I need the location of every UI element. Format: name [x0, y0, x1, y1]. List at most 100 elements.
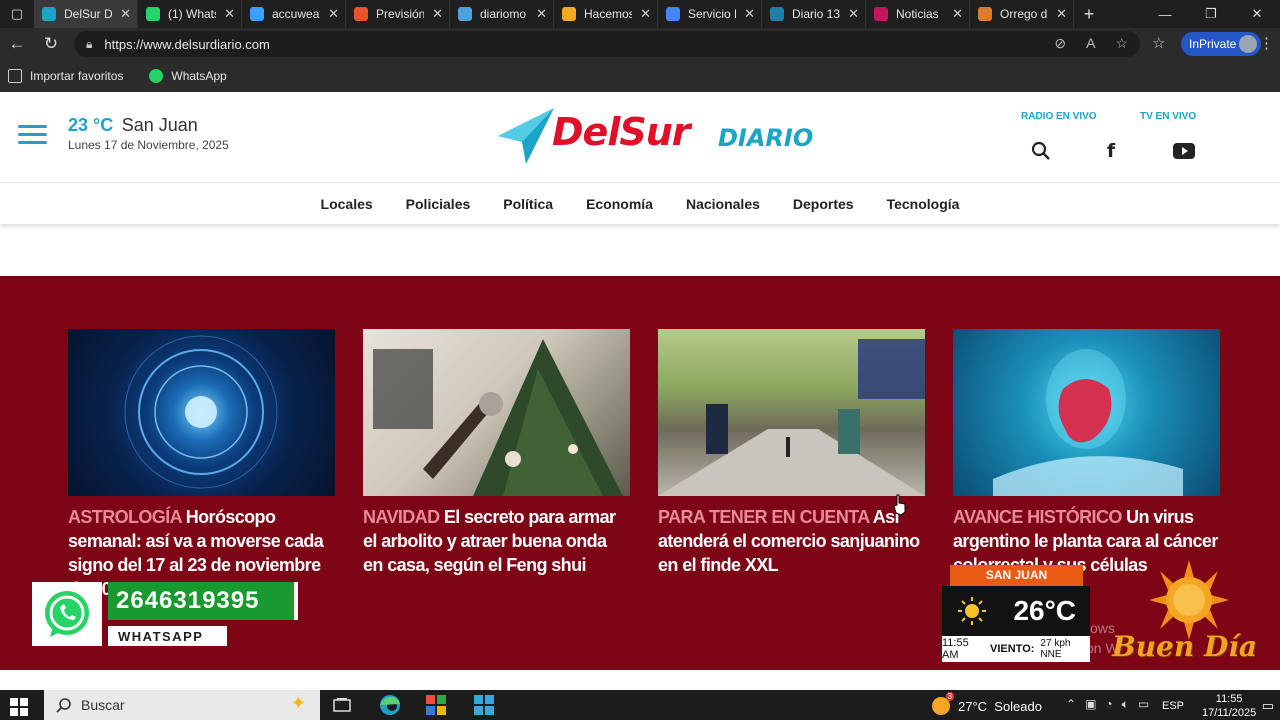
search-icon[interactable]	[1030, 140, 1052, 162]
restore-icon[interactable]: ❐	[1188, 0, 1234, 28]
close-tab-icon[interactable]: ✕	[744, 6, 755, 22]
app-grid-icon-2[interactable]	[472, 694, 496, 716]
article-card[interactable]: PARA TENER EN CUENTA Así atenderá el com…	[658, 329, 925, 577]
battery-icon[interactable]: ▭	[1138, 697, 1149, 712]
tab-title: Servicio M	[688, 7, 736, 21]
close-tab-icon[interactable]: ✕	[640, 6, 651, 22]
article-category: NAVIDAD	[363, 507, 440, 527]
windows-start-icon[interactable]	[10, 698, 28, 716]
tv-live-link[interactable]: TV EN VIVO	[1140, 111, 1196, 122]
favorite-import[interactable]: Importar favoritos	[8, 69, 123, 83]
close-tab-icon[interactable]: ✕	[224, 6, 235, 22]
tab-favicon-icon	[354, 7, 368, 21]
profile-avatar	[1239, 35, 1257, 53]
browser-tab[interactable]: Diario 13 ✕	[762, 0, 866, 28]
back-icon[interactable]: ←	[0, 34, 34, 54]
volume-icon[interactable]: 🔈︎	[1122, 697, 1129, 712]
whatsapp-logo-icon	[32, 582, 102, 646]
favorite-whatsapp[interactable]: WhatsApp	[149, 69, 227, 83]
header-temperature: 23 °C	[68, 115, 114, 135]
close-tab-icon[interactable]: ✕	[952, 6, 963, 22]
sun-graphic-icon	[1149, 560, 1229, 640]
article-image-pedestrian-street	[658, 329, 925, 496]
close-tab-icon[interactable]: ✕	[1056, 6, 1067, 22]
close-tab-icon[interactable]: ✕	[432, 6, 443, 22]
edge-browser-icon[interactable]	[378, 694, 402, 716]
task-view-icon[interactable]	[330, 694, 354, 716]
browser-tab[interactable]: diariomo ✕	[450, 0, 554, 28]
inprivate-button[interactable]: InPrivate	[1181, 32, 1261, 56]
browser-tab-bar: ▢ DelSur Di ✕ (1) Whats ✕ accuweat ✕ Previsión…	[0, 0, 1280, 28]
article-image-astrology	[68, 329, 335, 496]
browser-tab[interactable]: (1) Whats ✕	[138, 0, 242, 28]
tab-favicon-icon	[250, 7, 264, 21]
article-card[interactable]: NAVIDAD El secreto para armar el arbolit…	[363, 329, 630, 577]
reload-icon[interactable]: ↻	[34, 34, 68, 54]
nav-item-nacionales[interactable]: Nacionales	[686, 196, 760, 212]
window-menu-icon[interactable]: ▢	[0, 0, 34, 28]
app-grid-icon-1[interactable]	[424, 694, 448, 716]
url-field[interactable]: 🔒︎ https://www.delsurdiario.com ⊘ A ☆	[74, 31, 1140, 57]
taskbar-clock[interactable]: 11:55 17/11/2025	[1202, 692, 1256, 720]
browser-tab[interactable]: Hacemos ✕	[554, 0, 658, 28]
nav-item-política[interactable]: Política	[503, 196, 553, 212]
search-icon	[56, 698, 71, 713]
window-controls: — ❐ ✕	[1142, 0, 1280, 28]
nav-item-tecnología[interactable]: Tecnología	[887, 196, 960, 212]
language-indicator[interactable]: ESP	[1162, 700, 1184, 712]
close-window-icon[interactable]: ✕	[1234, 0, 1280, 28]
nav-item-locales[interactable]: Locales	[321, 196, 373, 212]
wifi-icon[interactable]: ◔	[1105, 697, 1112, 712]
tab-favicon-icon	[146, 7, 160, 21]
weather-widget-wind-label: VIENTO:	[990, 643, 1035, 655]
chevron-up-icon[interactable]: ⌃	[1066, 697, 1076, 712]
browser-tab[interactable]: Orrego d ✕	[970, 0, 1074, 28]
tab-favicon-icon	[770, 7, 784, 21]
settings-menu-icon[interactable]: ⋮	[1259, 34, 1274, 52]
tracking-icon[interactable]: ⊘	[1054, 35, 1066, 52]
nav-item-policiales[interactable]: Policiales	[406, 196, 471, 212]
favorite-label: WhatsApp	[171, 69, 227, 83]
browser-tab[interactable]: Servicio M ✕	[658, 0, 762, 28]
youtube-icon[interactable]	[1173, 140, 1195, 162]
article-card[interactable]: ASTROLOGÍA Horóscopo semanal: así va a m…	[68, 329, 335, 601]
close-tab-icon[interactable]: ✕	[848, 6, 859, 22]
close-tab-icon[interactable]: ✕	[328, 6, 339, 22]
buen-dia-overlay: Buen Día	[1108, 560, 1268, 670]
site-logo[interactable]: DelSur DIARIO	[496, 106, 813, 166]
browser-tab[interactable]: DelSur Di ✕	[34, 0, 138, 28]
url-text: https://www.delsurdiario.com	[104, 36, 270, 52]
browser-tab[interactable]: Noticias ✕	[866, 0, 970, 28]
article-image-christmas-tree	[363, 329, 630, 496]
article-card[interactable]: AVANCE HISTÓRICO Un virus argentino le p…	[953, 329, 1220, 577]
tab-favicon-icon	[458, 7, 472, 21]
taskbar-search-field[interactable]: Buscar ✦	[44, 690, 320, 720]
whatsapp-number: 2646319395	[108, 582, 298, 620]
add-favorite-icon[interactable]: ☆	[1115, 35, 1128, 52]
facebook-icon[interactable]: f	[1100, 140, 1122, 162]
import-favorites-icon	[8, 69, 22, 83]
hamburger-menu-icon[interactable]	[18, 125, 47, 145]
browser-tab[interactable]: Previsión ✕	[346, 0, 450, 28]
article-category: PARA TENER EN CUENTA	[658, 507, 870, 527]
browser-tab[interactable]: accuweat ✕	[242, 0, 346, 28]
radio-live-link[interactable]: RADIO EN VIVO	[1021, 111, 1097, 122]
nav-item-deportes[interactable]: Deportes	[793, 196, 854, 212]
tab-favicon-icon	[562, 7, 576, 21]
close-tab-icon[interactable]: ✕	[120, 6, 131, 22]
nav-item-economía[interactable]: Economía	[586, 196, 653, 212]
favorites-bar: Importar favoritos WhatsApp	[0, 60, 1280, 92]
notifications-icon[interactable]: ▭	[1262, 698, 1274, 714]
clock-date: 17/11/2025	[1202, 707, 1257, 719]
minimize-icon[interactable]: —	[1142, 0, 1188, 28]
tab-favicon-icon	[42, 7, 56, 21]
close-tab-icon[interactable]: ✕	[536, 6, 547, 22]
taskbar-weather[interactable]: 3 27°C Soleado	[932, 692, 1042, 715]
header-weather: 23 °C San Juan Lunes 17 de Noviembre, 20…	[68, 115, 229, 152]
read-aloud-icon[interactable]: A	[1086, 35, 1095, 52]
new-tab-button[interactable]: +	[1074, 4, 1104, 25]
favorites-icon[interactable]: ☆	[1152, 34, 1165, 52]
tab-title: Orrego d	[1000, 7, 1048, 21]
logo-arrow-icon	[498, 108, 554, 164]
tray-app-icon[interactable]: ▣	[1085, 697, 1096, 712]
